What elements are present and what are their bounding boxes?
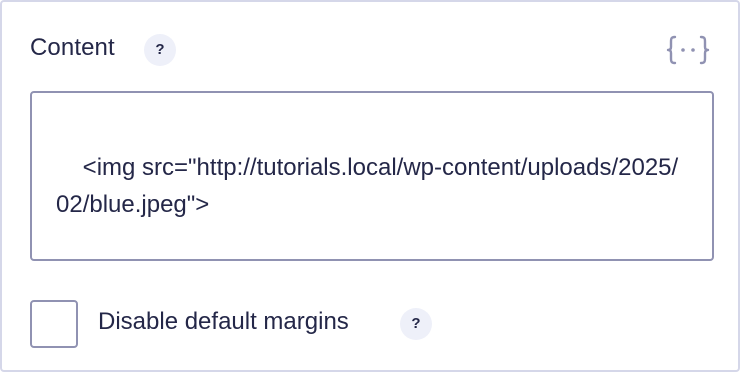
content-field-label: Content <box>30 34 115 61</box>
content-textarea-value: <img src="http://tutorials.local/wp-cont… <box>56 154 679 218</box>
content-help-icon[interactable]: ? <box>144 34 176 66</box>
disable-margins-label[interactable]: Disable default margins <box>98 306 349 338</box>
merge-tag-braces-icon[interactable] <box>666 32 710 68</box>
margins-help-icon[interactable]: ? <box>400 308 432 340</box>
content-settings-panel: Content ? <img src="http://tutorials.loc… <box>0 0 740 372</box>
resize-handle-icon[interactable] <box>696 243 710 257</box>
disable-margins-checkbox[interactable] <box>30 300 78 348</box>
content-textarea[interactable]: <img src="http://tutorials.local/wp-cont… <box>30 91 714 261</box>
